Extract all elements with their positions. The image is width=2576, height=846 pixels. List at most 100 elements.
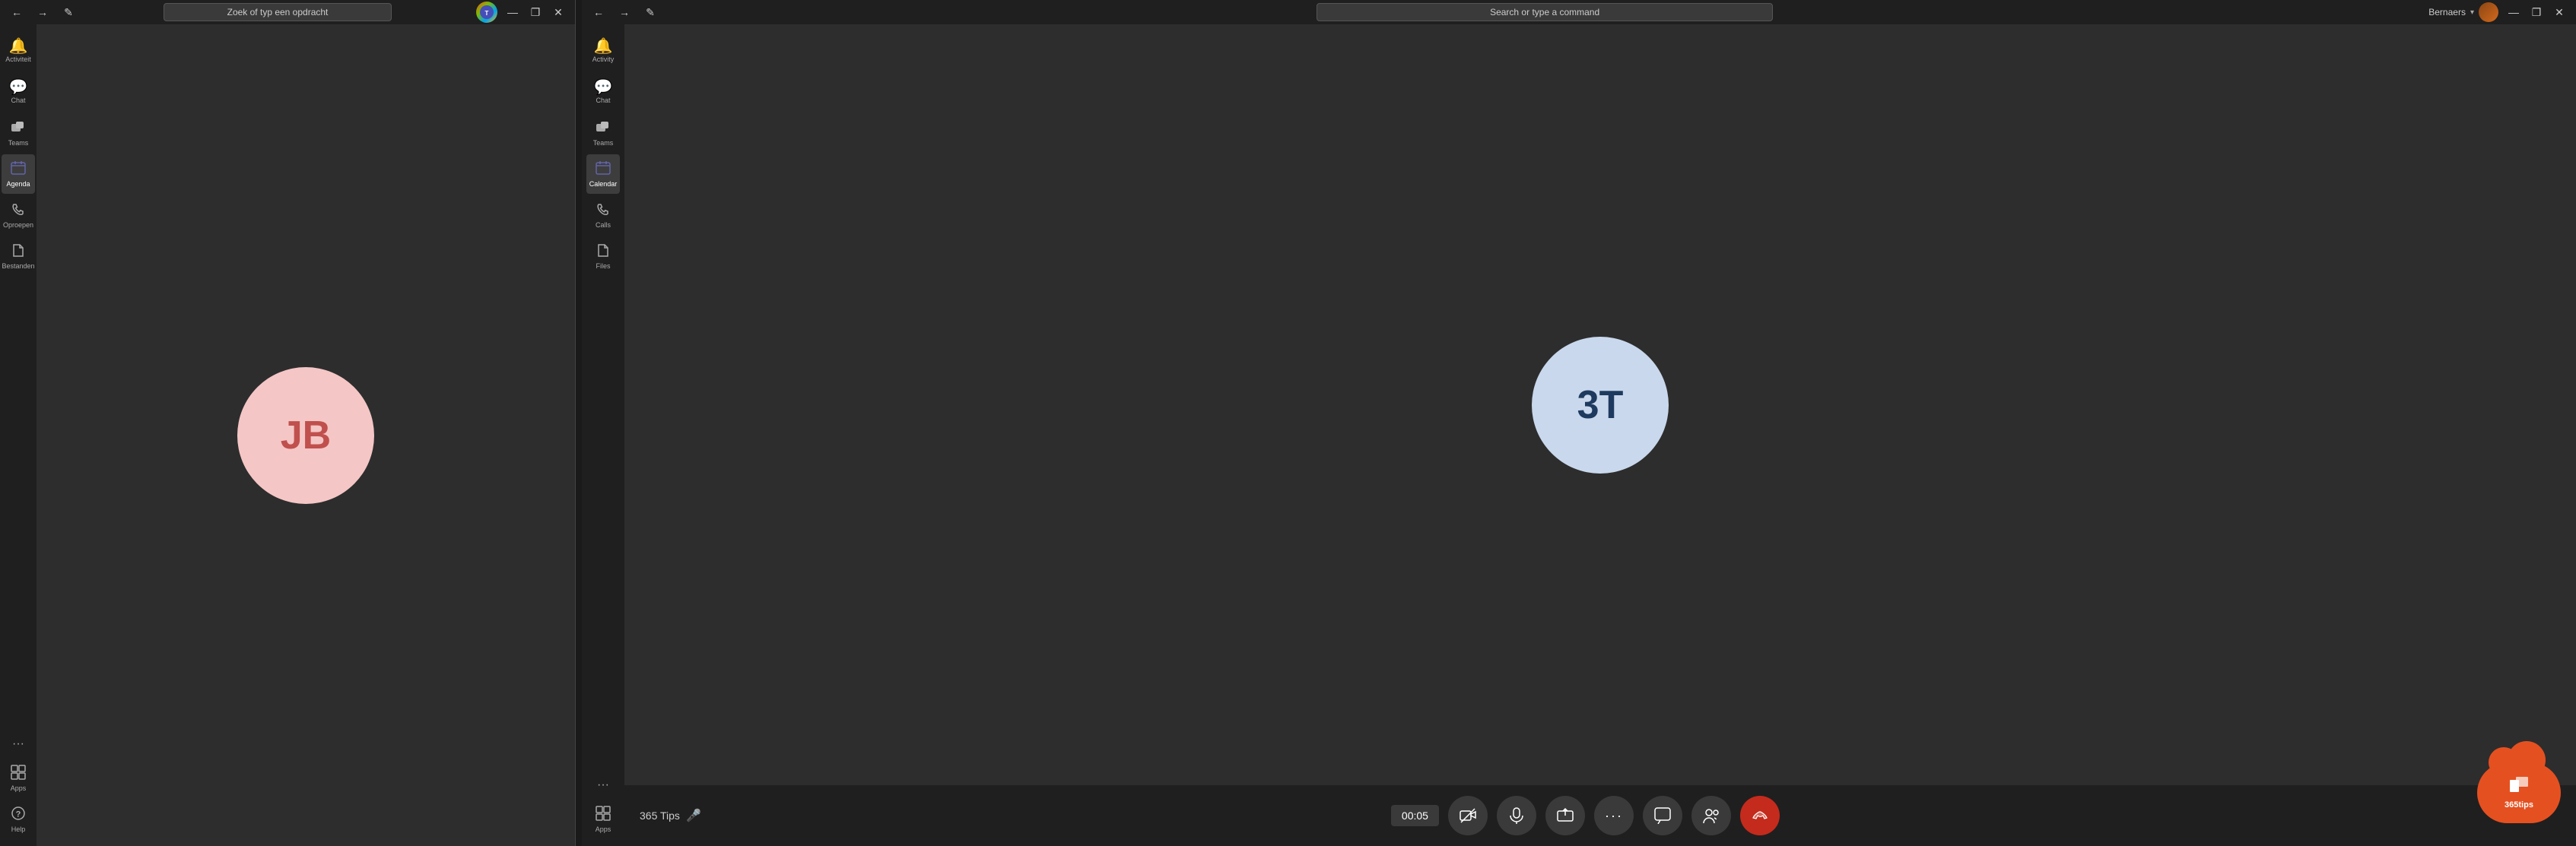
sidebar-item-files-right[interactable]: Files (586, 236, 620, 276)
avatar-3t: 3T (1532, 337, 1669, 474)
files-label-left: Bestanden (2, 262, 34, 270)
share-screen-button[interactable] (1545, 796, 1585, 835)
forward-button-left[interactable]: → (32, 4, 53, 21)
activity-label-right: Activity (592, 55, 615, 63)
teams-label-left: Teams (8, 139, 29, 147)
calendar-icon-left (11, 160, 26, 179)
activity-label-left: Activiteit (5, 55, 31, 63)
apps-label-left: Apps (11, 784, 27, 792)
search-placeholder-left: Zoek of typ een opdracht (227, 7, 329, 17)
call-timer: 00:05 (1391, 805, 1439, 826)
search-bar-right[interactable]: Search or type a command (1317, 3, 1773, 21)
end-call-button[interactable] (1740, 796, 1780, 835)
minimize-button-left[interactable]: — (502, 4, 523, 21)
user-area: Bernaers ▾ (2428, 2, 2498, 22)
calls-label-left: Oproepen (3, 221, 33, 229)
search-bar-left[interactable]: Zoek of typ een opdracht (164, 3, 392, 21)
sidebar-item-calls-right[interactable]: Calls (586, 195, 620, 235)
more-button-right[interactable]: ··· (586, 772, 620, 799)
sidebar-item-calls-left[interactable]: Oproepen (2, 195, 35, 235)
minimize-button-right[interactable]: — (2503, 4, 2524, 21)
back-button-right[interactable]: ← (588, 4, 609, 21)
sidebar-item-activity-right[interactable]: 🔔 Activity (586, 31, 620, 71)
avatar-jb-initials: JB (281, 413, 331, 458)
sidebar-item-help-left[interactable]: ? Help (2, 800, 35, 839)
compose-button-right[interactable]: ✎ (640, 4, 661, 21)
titlebar-right: ← → ✎ Search or type a command Bernaers … (582, 0, 2576, 24)
calendar-icon-right (596, 160, 611, 179)
close-button-left[interactable]: ✕ (548, 4, 569, 21)
search-placeholder-right: Search or type a command (1490, 7, 1599, 17)
close-button-right[interactable]: ✕ (2549, 4, 2570, 21)
office-icon (2508, 775, 2530, 800)
files-icon-right (596, 242, 611, 261)
maximize-button-right[interactable]: ❐ (2526, 4, 2547, 21)
sidebar-left: 🔔 Activiteit 💬 Chat Teams (0, 24, 37, 846)
activity-icon-left: 🔔 (9, 39, 28, 54)
tips-logo-text: 365tips (2505, 800, 2533, 810)
teams-label-right: Teams (593, 139, 614, 147)
window-divider (576, 0, 582, 846)
tips-logo: 365tips (2477, 762, 2561, 831)
sidebar-item-files-left[interactable]: Bestanden (2, 236, 35, 276)
sidebar-item-apps-left[interactable]: Apps (2, 759, 35, 798)
calls-icon-left (11, 201, 26, 220)
titlebar-left: ← → ✎ Zoek of typ een opdracht T — ❐ ✕ (0, 0, 575, 24)
right-main: 🔔 Activity 💬 Chat Teams (582, 24, 2576, 846)
controls-center: 00:05 (1391, 796, 1780, 835)
calendar-label-left: Agenda (6, 180, 30, 188)
call-area-left: JB (37, 24, 575, 846)
sidebar-item-calendar-left[interactable]: Agenda (2, 154, 35, 194)
call-video-area: 3T (624, 24, 2576, 785)
teams-icon-right (596, 119, 611, 138)
apps-icon-left (11, 765, 26, 783)
forward-button-right[interactable]: → (614, 4, 635, 21)
sidebar-right: 🔔 Activity 💬 Chat Teams (582, 24, 624, 846)
svg-text:?: ? (16, 810, 21, 819)
compose-button-left[interactable]: ✎ (58, 4, 79, 21)
maximize-button-left[interactable]: ❐ (525, 4, 546, 21)
left-window: ← → ✎ Zoek of typ een opdracht T — ❐ ✕ (0, 0, 576, 846)
more-dots-icon: ··· (1605, 808, 1623, 824)
activity-icon-right: 🔔 (594, 39, 613, 54)
chat-label-right: Chat (596, 97, 610, 104)
sidebar-item-chat-left[interactable]: 💬 Chat (2, 72, 35, 112)
chevron-icon: ▾ (2470, 8, 2474, 17)
help-icon-left: ? (11, 806, 26, 824)
caller-name: 365 Tips (640, 810, 680, 822)
call-controls: 365 Tips 🎤 00:05 (624, 785, 2576, 846)
participants-button[interactable] (1691, 796, 1731, 835)
sidebar-item-teams-right[interactable]: Teams (586, 113, 620, 153)
calls-label-right: Calls (596, 221, 611, 229)
mute-button[interactable] (1497, 796, 1536, 835)
camera-button[interactable] (1448, 796, 1488, 835)
sidebar-item-apps-right[interactable]: Apps (586, 800, 620, 839)
window-controls-right: — ❐ ✕ (2503, 4, 2570, 21)
chat-icon-left: 💬 (9, 80, 28, 95)
teams-icon-left (11, 119, 26, 138)
apps-label-right: Apps (596, 825, 611, 833)
caller-info: 365 Tips 🎤 (640, 808, 701, 823)
right-section: 3T 365 Tips 🎤 00:05 (624, 24, 2576, 846)
sidebar-item-teams-left[interactable]: Teams (2, 113, 35, 153)
teams-logo-left: T (476, 2, 497, 23)
svg-text:T: T (485, 10, 489, 17)
avatar-3t-initials: 3T (1577, 382, 1624, 428)
cloud-shape: 365tips (2477, 762, 2561, 823)
calls-icon-right (596, 201, 611, 220)
more-button-left[interactable]: ··· (2, 730, 35, 758)
files-icon-left (11, 242, 26, 261)
chat-button[interactable] (1643, 796, 1682, 835)
calendar-label-right: Calendar (589, 180, 618, 188)
window-controls-left: — ❐ ✕ (502, 4, 569, 21)
files-label-right: Files (596, 262, 610, 270)
sidebar-item-chat-right[interactable]: 💬 Chat (586, 72, 620, 112)
back-button-left[interactable]: ← (6, 4, 27, 21)
more-options-button[interactable]: ··· (1594, 796, 1634, 835)
avatar-jb: JB (237, 367, 374, 504)
titlebar-nav-left: ← → ✎ (6, 4, 79, 21)
sidebar-item-activity-left[interactable]: 🔔 Activiteit (2, 31, 35, 71)
main-row-left: 🔔 Activiteit 💬 Chat Teams (0, 24, 575, 846)
username-label: Bernaers (2428, 7, 2466, 17)
sidebar-item-calendar-right[interactable]: Calendar (586, 154, 620, 194)
